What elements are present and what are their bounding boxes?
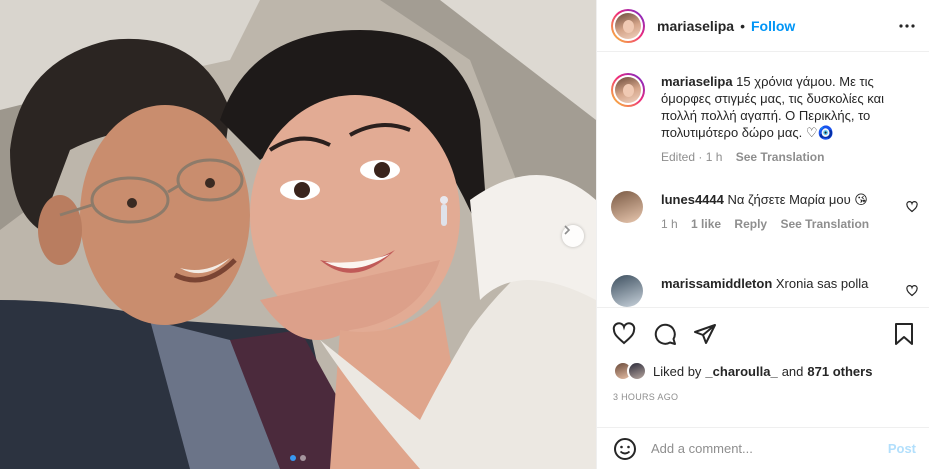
action-bar [597,307,929,357]
liker-avatar[interactable] [627,361,647,381]
comment-icon[interactable] [653,322,677,346]
wedding-photo-illustration [0,0,596,469]
caption-row: mariaselipa 15 χρόνια γάμου. Με τις όμορ… [611,73,921,166]
emoji-icon[interactable] [613,437,637,461]
liker-username[interactable]: _charoulla_ [705,364,777,379]
comment-row: marissamiddleton Xronia sas polla [611,275,921,307]
author-username[interactable]: mariaselipa [657,18,734,34]
add-comment-bar: Post [597,427,929,469]
follow-button[interactable]: Follow [751,18,795,34]
add-comment-input[interactable] [651,441,871,456]
caption-age: 1 h [705,150,723,164]
see-translation-link[interactable]: See Translation [736,150,825,164]
likes-prefix: Liked by [653,363,702,379]
caption-meta: Edited · 1 h See Translation [661,150,825,164]
caption-username[interactable]: mariaselipa [661,74,733,89]
header-separator: • [740,17,745,34]
heart-icon[interactable] [612,322,636,346]
send-icon[interactable] [693,322,717,346]
comment-username[interactable]: lunes4444 [661,192,724,207]
comment-username[interactable]: marissamiddleton [661,276,772,291]
comment-row: lunes4444 Να ζήσετε Μαρία μου 😘 1 h 1 li… [611,191,921,233]
avatar [615,12,641,39]
carousel-dot [300,455,306,461]
comments-list[interactable]: mariaselipa 15 χρόνια γάμου. Με τις όμορ… [597,53,929,307]
likes-and: and [781,363,804,379]
chevron-right-icon [564,225,571,235]
comment-text: Να ζήσετε Μαρία μου 😘 [727,192,868,207]
comment-like-heart-icon[interactable] [906,201,918,213]
comment-text: Xronia sas polla [775,276,869,291]
comment-age: 1 h [661,217,678,231]
author-avatar-ring[interactable] [611,8,645,43]
avatar [615,77,641,103]
post-comment-button[interactable]: Post [888,441,916,456]
comment-like-heart-icon[interactable] [906,285,918,297]
carousel-dot-active [290,455,296,461]
caption-avatar-ring[interactable] [611,73,645,107]
comment-meta: 1 h 1 like Reply See Translation [661,216,921,233]
comment-likes[interactable]: 1 like [691,217,721,231]
caption-edited: Edited [661,150,696,164]
post-photo[interactable] [0,0,596,469]
reply-button[interactable]: Reply [734,217,767,231]
comment-see-translation[interactable]: See Translation [780,217,869,231]
bookmark-icon[interactable] [893,322,915,346]
post-header: mariaselipa • Follow [597,0,929,52]
carousel-next-button[interactable] [562,225,584,247]
carousel-indicator [0,455,596,461]
likes-summary: Liked by _charoulla_ and 871 others [613,361,872,381]
more-horizontal-icon[interactable] [898,18,916,34]
post-side-panel: mariaselipa • Follow mariaselipa 15 χρόν… [596,0,929,469]
post-timestamp[interactable]: 3 HOURS AGO [613,392,678,402]
commenter-avatar[interactable] [611,191,643,223]
likes-others-link[interactable]: 871 others [807,364,872,379]
commenter-avatar[interactable] [611,275,643,307]
